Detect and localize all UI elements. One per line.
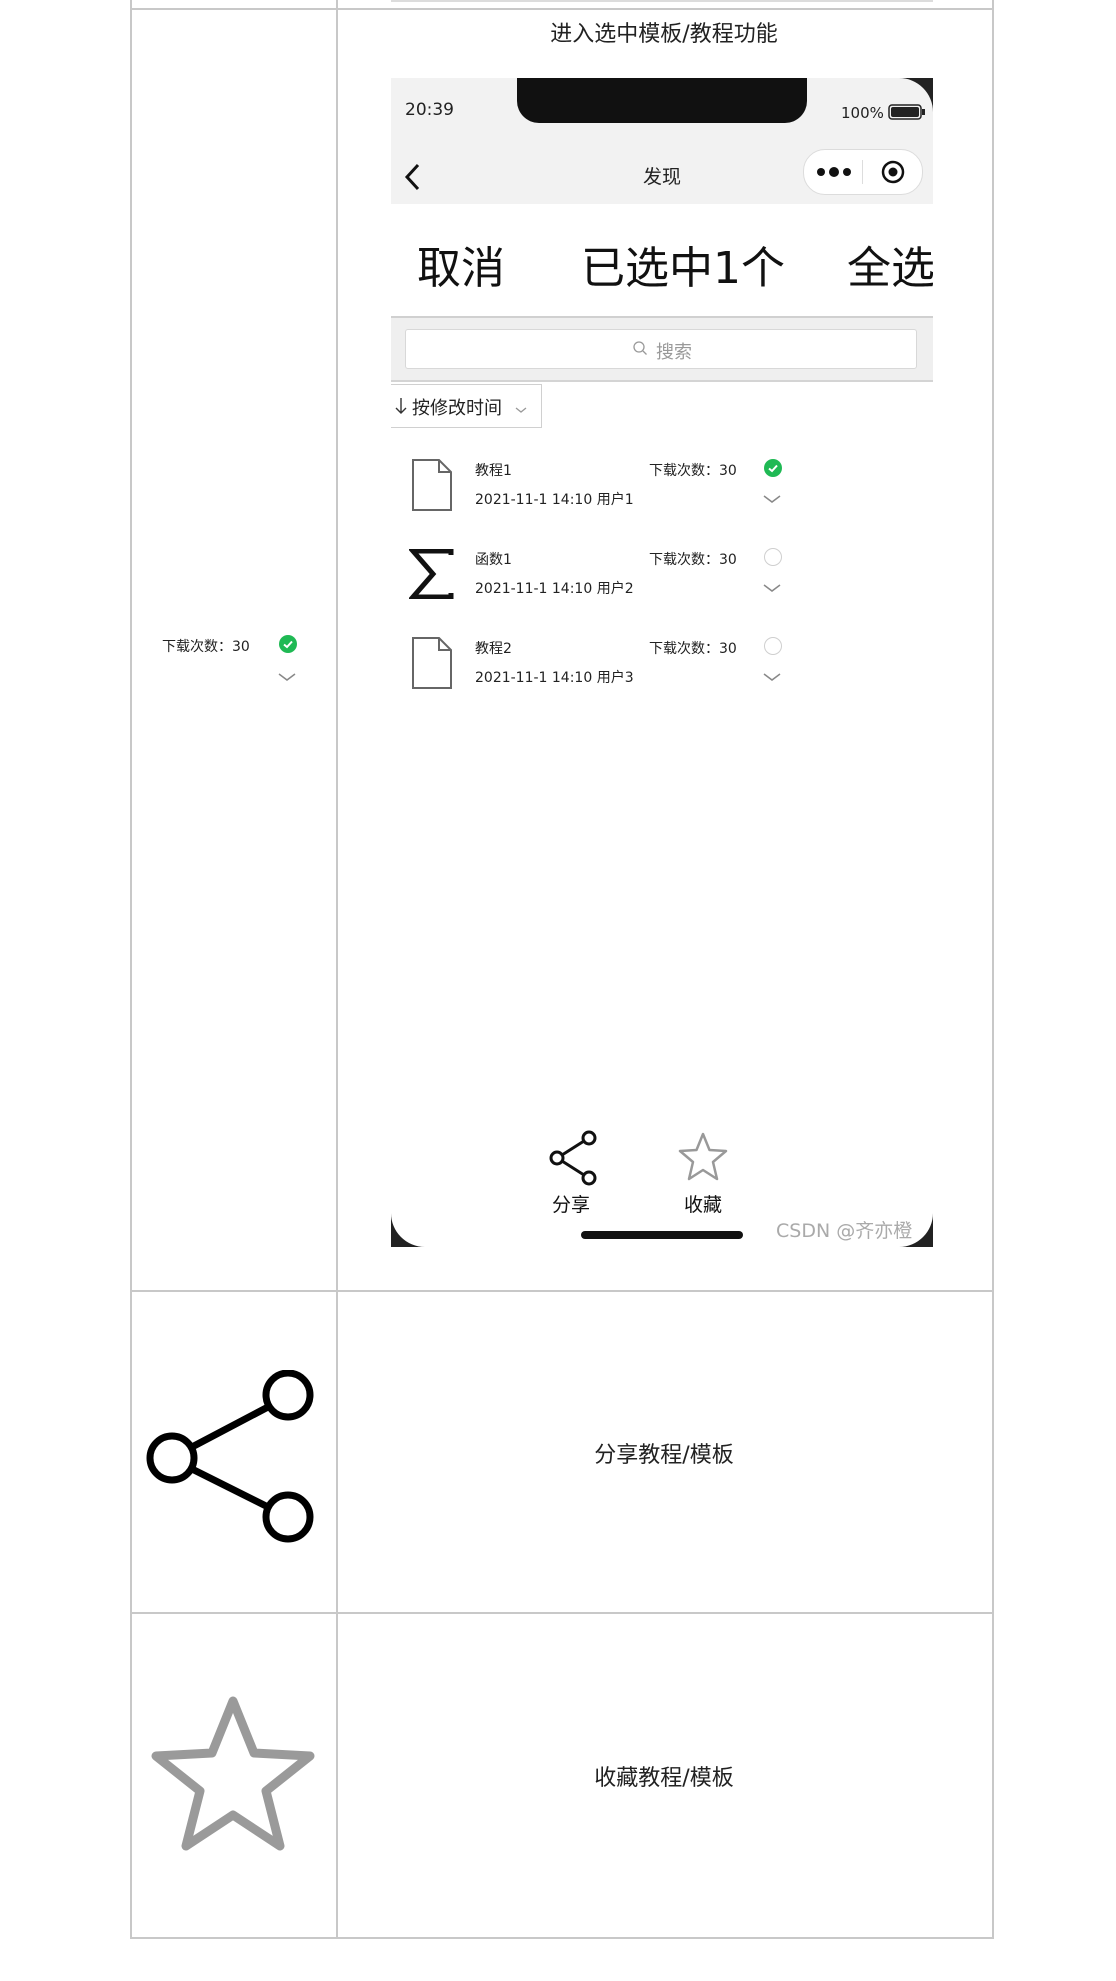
file-meta: 2021-11-1 14:10 用户2 bbox=[475, 581, 634, 597]
corner-bottom-left bbox=[391, 1213, 425, 1247]
status-battery-text: 100% bbox=[841, 104, 884, 122]
search-icon bbox=[632, 340, 648, 360]
file-meta: 2021-11-1 14:10 用户3 bbox=[475, 670, 634, 686]
row-caption: 进入选中模板/教程功能 bbox=[550, 22, 778, 47]
miniprogram-capsule[interactable] bbox=[803, 149, 923, 195]
list-item[interactable]: 教程1 2021-11-1 14:10 用户1 下载次数：30 bbox=[391, 458, 933, 546]
selected-check-icon[interactable] bbox=[764, 459, 782, 477]
favorite-description: 收藏教程/模板 bbox=[594, 1766, 734, 1791]
sigma-icon bbox=[407, 548, 455, 603]
battery-icon bbox=[888, 104, 926, 124]
favorite-action[interactable]: 收藏 bbox=[663, 1130, 743, 1216]
selection-bar: 取消 已选中1个 全选 bbox=[391, 204, 933, 318]
sort-arrow-down-icon bbox=[395, 397, 407, 419]
file-meta: 2021-11-1 14:10 用户1 bbox=[475, 492, 634, 508]
share-label: 分享 bbox=[551, 1194, 590, 1216]
table-column-divider bbox=[336, 0, 338, 1939]
file-name: 函数1 bbox=[475, 552, 512, 568]
chevron-down-icon[interactable] bbox=[762, 490, 782, 509]
share-description: 分享教程/模板 bbox=[594, 1443, 734, 1468]
cancel-button[interactable]: 取消 bbox=[417, 232, 505, 296]
unselected-circle-icon[interactable] bbox=[764, 548, 782, 566]
table-right-border bbox=[992, 0, 994, 1939]
file-list: 教程1 2021-11-1 14:10 用户1 下载次数：30 函数1 2021… bbox=[391, 458, 933, 818]
sort-dropdown[interactable]: 按修改时间 bbox=[391, 384, 542, 428]
file-name: 教程1 bbox=[475, 463, 512, 479]
preview-check-icon bbox=[279, 635, 297, 653]
search-area: 搜索 bbox=[391, 318, 933, 382]
preview-download-count: 下载次数：30 bbox=[162, 639, 250, 655]
row-divider-2 bbox=[130, 1612, 994, 1614]
row-divider-top bbox=[130, 8, 994, 10]
document-icon bbox=[411, 458, 453, 516]
table-left-border bbox=[130, 0, 132, 1939]
document-icon bbox=[411, 636, 453, 694]
selected-count-label: 已选中1个 bbox=[581, 243, 785, 294]
previous-row-remnant bbox=[391, 0, 933, 2]
favorite-label: 收藏 bbox=[683, 1194, 722, 1216]
file-download-count: 下载次数：30 bbox=[649, 463, 737, 479]
table-bottom-border bbox=[130, 1937, 994, 1939]
file-download-count: 下载次数：30 bbox=[649, 641, 737, 657]
sort-label: 按修改时间 bbox=[412, 398, 502, 419]
star-icon bbox=[675, 1130, 731, 1190]
unselected-circle-icon[interactable] bbox=[764, 637, 782, 655]
star-icon bbox=[150, 1695, 316, 1859]
share-icon bbox=[547, 1130, 603, 1190]
home-indicator bbox=[581, 1231, 743, 1239]
phone-screenshot: 20:39 100% 发现 取消 已选中1个 全选 搜索 按修改时间 教程1 2… bbox=[391, 78, 933, 1247]
close-target-icon[interactable] bbox=[880, 159, 906, 189]
list-item[interactable]: 函数1 2021-11-1 14:10 用户2 下载次数：30 bbox=[391, 547, 933, 635]
more-dots-icon[interactable] bbox=[816, 164, 852, 183]
status-time: 20:39 bbox=[405, 100, 454, 120]
preview-chevron-down-icon bbox=[277, 668, 297, 687]
search-placeholder: 搜索 bbox=[656, 342, 692, 363]
file-download-count: 下载次数：30 bbox=[649, 552, 737, 568]
chevron-down-icon[interactable] bbox=[762, 579, 782, 598]
list-item[interactable]: 教程2 2021-11-1 14:10 用户3 下载次数：30 bbox=[391, 636, 933, 724]
watermark: CSDN @齐亦橙 bbox=[776, 1220, 913, 1242]
file-name: 教程2 bbox=[475, 641, 512, 657]
select-all-button[interactable]: 全选 bbox=[847, 232, 933, 296]
phone-notch bbox=[517, 78, 807, 123]
search-input[interactable]: 搜索 bbox=[405, 329, 917, 369]
sort-chevron-icon bbox=[515, 400, 527, 419]
chevron-down-icon[interactable] bbox=[762, 668, 782, 687]
share-action[interactable]: 分享 bbox=[531, 1130, 611, 1216]
share-icon bbox=[146, 1369, 316, 1549]
row-divider-1 bbox=[130, 1290, 994, 1292]
